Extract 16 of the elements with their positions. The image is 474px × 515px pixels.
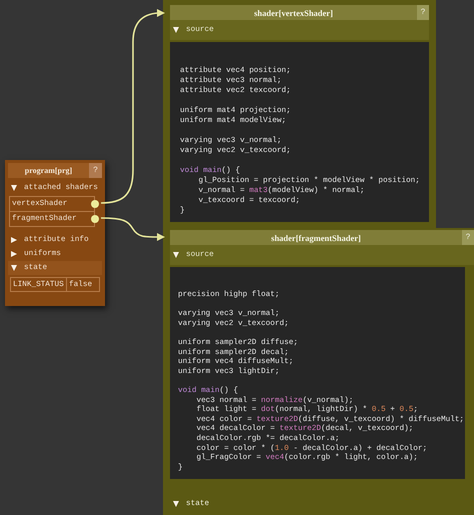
code-editor[interactable]	[170, 42, 429, 222]
node-title-bar[interactable]: shader[fragmentShader] ?	[170, 230, 474, 245]
node-title: shader[fragmentShader]	[270, 232, 362, 242]
port-dot[interactable]	[91, 215, 99, 223]
node-title: program[prg]	[24, 166, 74, 175]
node-title-bar[interactable]: shader[vertexShader] ?	[170, 5, 429, 20]
shader-node[interactable]	[163, 228, 474, 515]
port-dot[interactable]	[91, 200, 99, 208]
connector-arrow	[100, 217, 165, 241]
shader-node[interactable]	[163, 0, 436, 228]
node-title-bar[interactable]: program[prg] ?	[8, 163, 102, 178]
help-button[interactable]: ?	[462, 230, 474, 245]
help-button[interactable]: ?	[89, 163, 102, 178]
node-title: shader[vertexShader]	[253, 8, 334, 18]
help-button[interactable]: ?	[417, 5, 429, 20]
code-editor[interactable]	[170, 267, 465, 480]
